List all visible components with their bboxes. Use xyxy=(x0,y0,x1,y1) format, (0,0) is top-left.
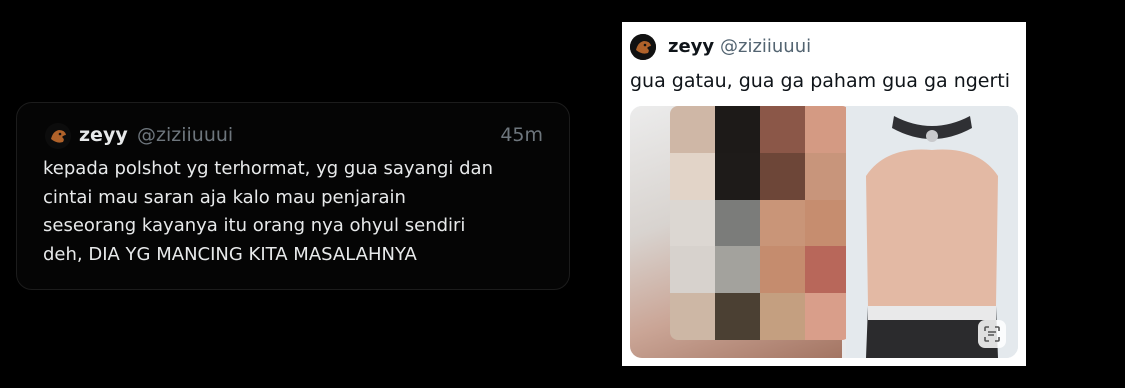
avatar[interactable] xyxy=(45,123,71,149)
screenshot-avatar xyxy=(630,34,656,60)
scan-text-button xyxy=(978,320,1006,348)
tweet-card[interactable]: zeyy @ziziiuuui 45m kepada polshot yg te… xyxy=(16,102,570,290)
screenshot-media xyxy=(630,106,1018,358)
tweet-author-handle[interactable]: @ziziiuuui xyxy=(137,123,233,147)
tweet-text: kepada polshot yg terhormat, yg gua saya… xyxy=(43,158,493,265)
photo-right xyxy=(846,106,1018,358)
screenshot-author-handle: @ziziiuuui xyxy=(720,36,812,57)
avatar-icon xyxy=(45,123,71,149)
tweet-author-name[interactable]: zeyy xyxy=(79,123,128,147)
avatar-icon xyxy=(630,34,656,60)
quoted-screenshot: zeyy @ziziiuuui gua gatau, gua ga paham … xyxy=(622,22,1026,366)
tweet-timestamp[interactable]: 45m xyxy=(500,123,543,147)
screenshot-text: gua gatau, gua ga paham gua ga ngerti xyxy=(630,70,1011,92)
screenshot-author-name: zeyy xyxy=(668,36,715,57)
scan-text-icon xyxy=(984,326,1000,342)
photo-left-censored xyxy=(630,106,850,358)
pixelation-mosaic xyxy=(670,106,850,340)
